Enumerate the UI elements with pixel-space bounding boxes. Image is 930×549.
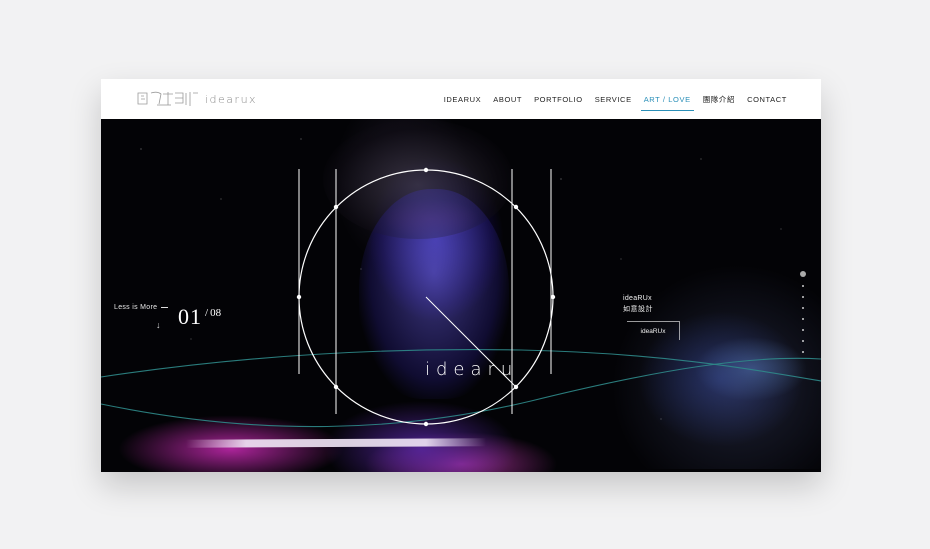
slide-counter: 01 / 08 <box>178 304 221 330</box>
nav-item-service[interactable]: SERVICE <box>594 91 633 108</box>
logo-mark-icon <box>137 91 198 106</box>
nav-item-portfolio[interactable]: PORTFOLIO <box>533 91 584 108</box>
slide-pagination <box>800 271 806 362</box>
pagination-dot[interactable] <box>802 318 804 320</box>
tagline-link[interactable]: Less is More <box>114 304 169 311</box>
tagline-text: Less is More <box>114 304 158 311</box>
main-nav: IDEARUX ABOUT PORTFOLIO SERVICE ART / LO… <box>433 79 788 119</box>
nav-item-team[interactable]: 團隊介紹 <box>702 90 736 109</box>
overlay-logo-text: idearu <box>425 359 519 380</box>
slide-current: 01 <box>178 304 202 329</box>
slide-separator: / <box>205 307 209 319</box>
slide-total: 08 <box>210 307 222 319</box>
nav-item-about[interactable]: ABOUT <box>492 91 523 108</box>
pagination-dot[interactable] <box>802 329 804 331</box>
hero-slider: idearu Less is More ↓ 01 / 08 ideaRUx 如意… <box>101 119 821 472</box>
brand-name-en: ideaRUx <box>623 295 652 302</box>
nav-item-idearux[interactable]: IDEARUX <box>443 91 483 108</box>
pagination-dot[interactable] <box>802 351 804 353</box>
top-navbar: idearux IDEARUX ABOUT PORTFOLIO SERVICE … <box>101 79 821 119</box>
pagination-dot[interactable] <box>802 340 804 342</box>
browser-frame: idearux IDEARUX ABOUT PORTFOLIO SERVICE … <box>101 79 821 472</box>
pagination-dot[interactable] <box>802 285 804 287</box>
site-logo[interactable]: idearux <box>137 89 257 109</box>
nav-item-art-love[interactable]: ART / LOVE <box>640 91 694 111</box>
nav-item-contact[interactable]: CONTACT <box>746 91 788 108</box>
brand-name-zh: 如意設計 <box>623 306 653 313</box>
down-arrow-icon[interactable]: ↓ <box>156 320 161 330</box>
tagline-dash <box>161 307 169 308</box>
logo-overlay-graphic <box>101 167 821 428</box>
pagination-dot[interactable] <box>800 271 806 277</box>
brand-button[interactable]: ideaRUx <box>627 321 680 340</box>
pagination-dot[interactable] <box>802 307 804 309</box>
pagination-dot[interactable] <box>802 296 804 298</box>
logo-wordmark: idearux <box>205 92 258 106</box>
